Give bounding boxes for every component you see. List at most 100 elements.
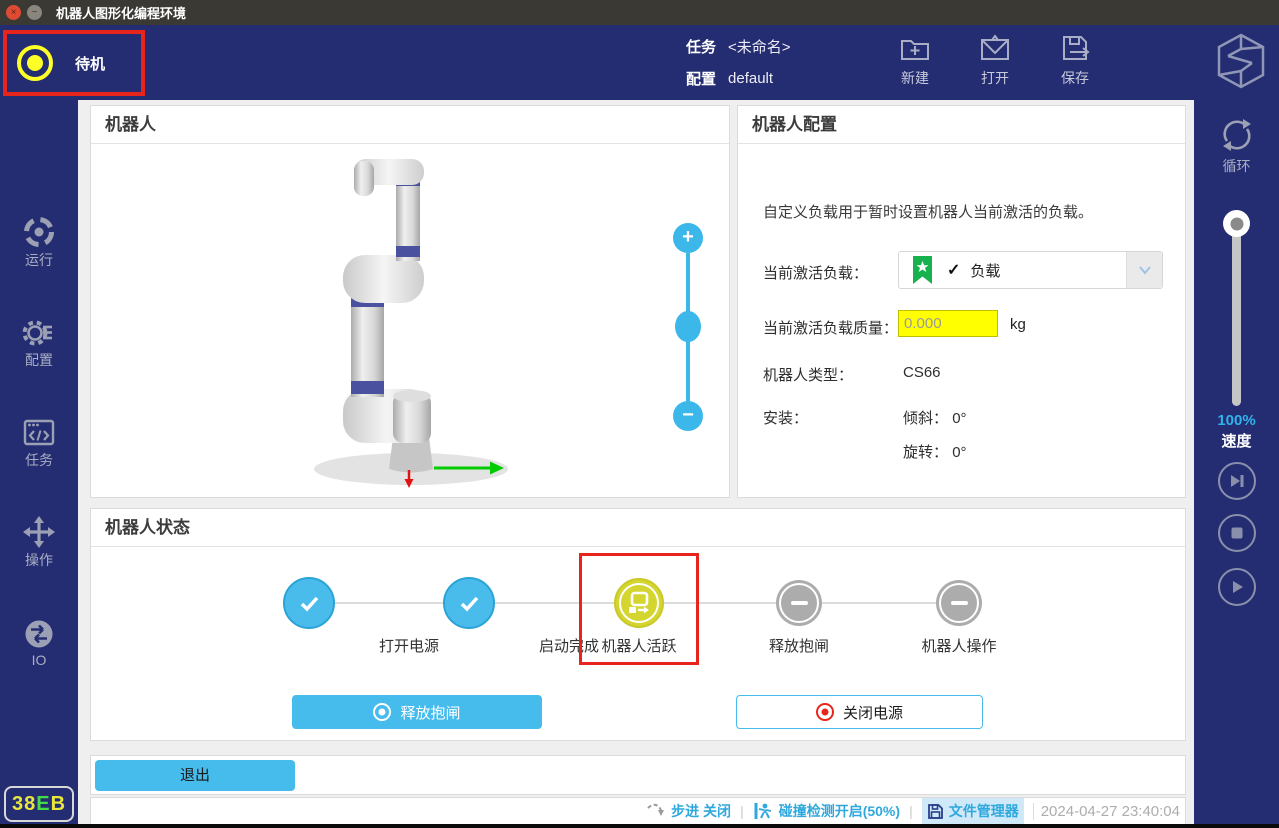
left-sidebar: 运行 配置 任务 [0, 100, 78, 824]
payload-dropdown-value: 负载 [970, 260, 1000, 281]
standby-status-icon [17, 45, 53, 81]
robot-config-panel: 机器人配置 自定义负载用于暂时设置机器人当前激活的负载。 当前激活负载： ✓ 负… [737, 105, 1186, 498]
gear-icon [21, 314, 57, 350]
stop-button[interactable] [1218, 514, 1256, 552]
window-close-button[interactable]: × [6, 5, 21, 20]
collision-detection-toggle[interactable]: 碰撞检测开启(50%) [753, 801, 900, 821]
speed-slider-handle[interactable] [1223, 210, 1250, 237]
badge-part-1: 38 [12, 793, 36, 816]
file-manager-button[interactable]: 文件管理器 [922, 798, 1024, 824]
step-robot-operate-label: 机器人操作 [889, 635, 1029, 656]
zoom-out-button[interactable]: − [673, 401, 703, 431]
sidebar-item-io[interactable]: IO [0, 616, 78, 668]
robot-3d-viewport[interactable] [301, 151, 531, 491]
play-icon [1228, 578, 1246, 596]
save-button-label: 保存 [1043, 68, 1107, 88]
tilt-label: 倾斜： [903, 410, 948, 427]
code-window-icon [21, 414, 57, 450]
step-power-on-label: 打开电源 [339, 635, 479, 656]
step-robot-operate-indicator [936, 580, 982, 626]
payload-dropdown[interactable]: ✓ 负载 [898, 251, 1163, 289]
zoom-slider-handle[interactable] [675, 311, 701, 342]
robot-id-badge: 38EB [4, 786, 74, 822]
step-mode-label: 步进 关闭 [671, 801, 731, 821]
release-brake-button[interactable]: 释放抱闸 [292, 695, 542, 729]
rotate-value: 0° [952, 444, 966, 461]
badge-part-2: E [36, 793, 50, 816]
step-forward-button[interactable] [1218, 462, 1256, 500]
statusbar-divider: | [740, 803, 744, 819]
sidebar-config-label: 配置 [0, 350, 78, 370]
loop-icon [1216, 114, 1258, 156]
robot-mode-indicator[interactable]: 待机 [3, 30, 145, 96]
robot-programming-app: × − 机器人图形化编程环境 待机 任务 <未命名> 配置 default [0, 0, 1279, 828]
mass-input[interactable] [898, 310, 998, 337]
payload-label: 当前激活负载： [763, 262, 868, 283]
open-task-button[interactable]: 打开 [963, 32, 1027, 96]
window-title: 机器人图形化编程环境 [56, 3, 186, 22]
sidebar-run-label: 运行 [0, 250, 78, 270]
loop-label: 循环 [1194, 156, 1279, 176]
bottom-statusbar: 步进 关闭 | 碰撞检测开启(50%) | [90, 797, 1186, 825]
io-swap-icon [21, 616, 57, 652]
step-startup-done-indicator [443, 577, 495, 629]
play-button[interactable] [1218, 568, 1256, 606]
step-arrow-icon [646, 802, 666, 820]
brand-logo-icon [1214, 31, 1268, 98]
sidebar-operate-label: 操作 [0, 550, 78, 570]
check-icon: ✓ [947, 260, 960, 280]
step-mode-toggle[interactable]: 步进 关闭 [646, 801, 731, 821]
statusbar-datetime: 2024-04-27 23:40:04 [1033, 803, 1180, 820]
config-label: 配置 [686, 68, 716, 89]
speed-slider-track[interactable] [1232, 228, 1241, 406]
status-panel-title: 机器人状态 [91, 509, 1185, 547]
exit-button[interactable]: 退出 [95, 760, 295, 791]
sidebar-item-operate[interactable]: 操作 [0, 514, 78, 570]
tilt-row: 倾斜： 0° [903, 407, 967, 428]
move-arrows-icon [21, 514, 57, 550]
check-icon [297, 591, 321, 615]
sidebar-item-task[interactable]: 任务 [0, 414, 78, 470]
release-brake-label: 释放抱闸 [400, 702, 460, 723]
power-ring-icon [816, 703, 834, 721]
target-ring-icon [373, 703, 391, 721]
config-value: default [728, 70, 773, 87]
open-button-label: 打开 [963, 68, 1027, 88]
statusbar-divider: | [909, 803, 913, 819]
file-manager-label: 文件管理器 [949, 801, 1019, 821]
standby-status-label: 待机 [75, 53, 105, 74]
mass-unit: kg [1010, 316, 1026, 333]
active-step-highlight-box [579, 553, 699, 665]
task-label: 任务 [686, 36, 716, 57]
check-icon [457, 591, 481, 615]
tilt-value: 0° [952, 410, 966, 427]
step-release-brake-indicator [776, 580, 822, 626]
sidebar-item-run[interactable]: 运行 [0, 214, 78, 270]
zoom-in-button[interactable]: + [673, 223, 703, 253]
collision-icon [753, 801, 774, 821]
mount-label: 安装： [763, 407, 808, 428]
save-task-button[interactable]: 保存 [1043, 32, 1107, 96]
new-task-button[interactable]: 新建 [883, 32, 947, 96]
speed-label: 速度 [1194, 430, 1279, 451]
power-off-button[interactable]: 关闭电源 [736, 695, 983, 729]
minus-icon [791, 601, 808, 605]
new-folder-icon [898, 32, 932, 66]
rotate-label: 旋转： [903, 444, 948, 461]
right-sidebar: 循环 100% 速度 [1194, 100, 1279, 824]
bottom-edge-strip [0, 824, 1279, 828]
window-minimize-button[interactable]: − [27, 5, 42, 20]
step-release-brake-label: 释放抱闸 [729, 635, 869, 656]
robot-status-panel: 机器人状态 打开电源 启动完成 机器人活跃 释放抱闸 [90, 508, 1186, 741]
loop-mode-button[interactable]: 循环 [1194, 114, 1279, 176]
robot-panel: 机器人 [90, 105, 730, 498]
new-button-label: 新建 [883, 68, 947, 88]
bookmark-icon [912, 255, 933, 285]
chevron-down-icon [1138, 265, 1152, 275]
sidebar-task-label: 任务 [0, 450, 78, 470]
sidebar-item-config[interactable]: 配置 [0, 314, 78, 370]
speed-percent: 100% [1194, 412, 1279, 429]
dropdown-arrow-button[interactable] [1126, 252, 1162, 288]
top-navbar: 待机 任务 <未命名> 配置 default 新建 [0, 25, 1279, 100]
skip-icon [1228, 472, 1246, 490]
